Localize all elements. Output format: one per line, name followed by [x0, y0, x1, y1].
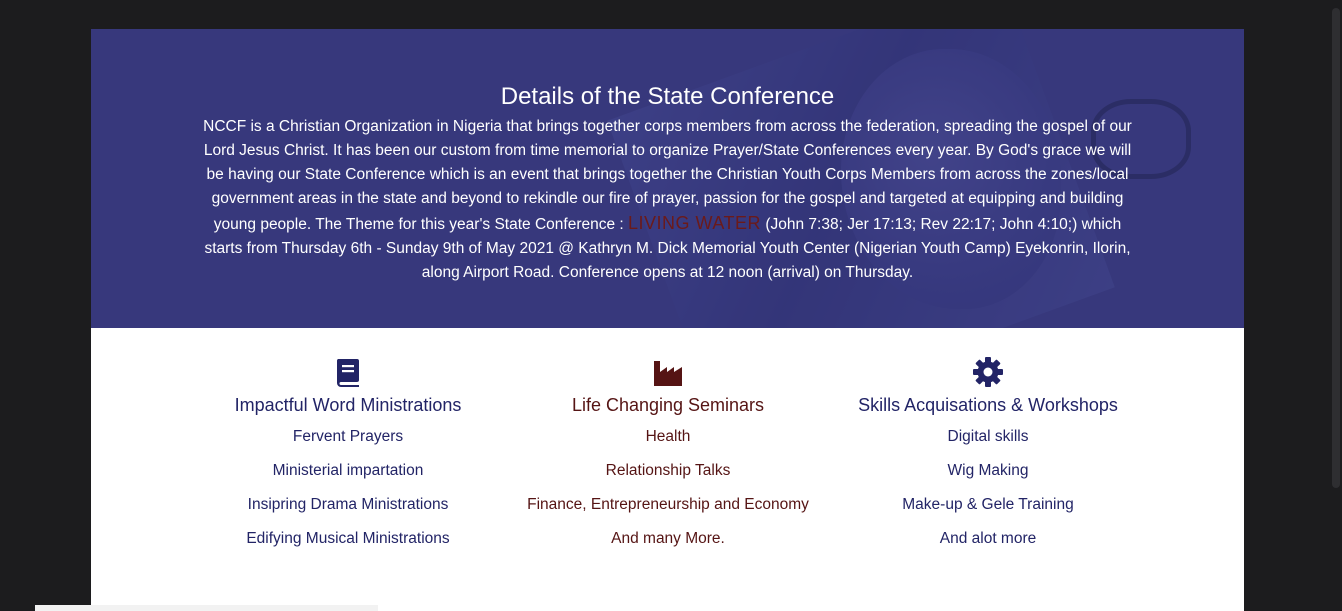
conference-hero: Details of the State Conference NCCF is … — [91, 29, 1244, 328]
list-item: Digital skills — [947, 428, 1029, 445]
list-item: Make-up & Gele Training — [902, 496, 1074, 513]
feature-title: Life Changing Seminars — [571, 395, 765, 415]
factory-icon — [654, 361, 682, 386]
conference-theme: LIVING WATER — [628, 213, 762, 233]
feature-title: Skills Acquisations & Workshops — [858, 395, 1118, 415]
list-item: Health — [645, 428, 691, 445]
bottom-panel-edge — [35, 605, 378, 611]
gear-icon — [973, 357, 1003, 387]
hero-content: Details of the State Conference NCCF is … — [91, 79, 1244, 285]
list-item: And many More. — [611, 530, 725, 547]
list-item: Wig Making — [947, 462, 1029, 479]
feature-word-ministrations: Impactful Word Ministrations Fervent Pra… — [188, 356, 508, 556]
list-item: Finance, Entrepreneurship and Economy — [527, 496, 809, 513]
feature-list: Health Relationship Talks Finance, Entre… — [508, 420, 828, 556]
list-item: Ministerial impartation — [272, 462, 424, 479]
list-item: Relationship Talks — [605, 462, 731, 479]
page-content: Details of the State Conference NCCF is … — [91, 29, 1244, 611]
list-item: And alot more — [939, 530, 1037, 547]
conference-description: NCCF is a Christian Organization in Nige… — [198, 115, 1138, 285]
list-item: Insipring Drama Ministrations — [247, 496, 449, 513]
feature-list: Digital skills Wig Making Make-up & Gele… — [828, 420, 1148, 556]
feature-title: Impactful Word Ministrations — [234, 395, 462, 415]
feature-seminars: Life Changing Seminars Health Relationsh… — [508, 356, 828, 556]
feature-list: Fervent Prayers Ministerial impartation … — [188, 420, 508, 556]
list-item: Edifying Musical Ministrations — [246, 530, 450, 547]
book-icon — [336, 359, 359, 387]
scrollbar-thumb[interactable] — [1332, 8, 1340, 488]
list-item: Fervent Prayers — [292, 428, 404, 445]
section-title: Details of the State Conference — [500, 83, 835, 110]
feature-skills: Skills Acquisations & Workshops Digital … — [828, 356, 1148, 556]
